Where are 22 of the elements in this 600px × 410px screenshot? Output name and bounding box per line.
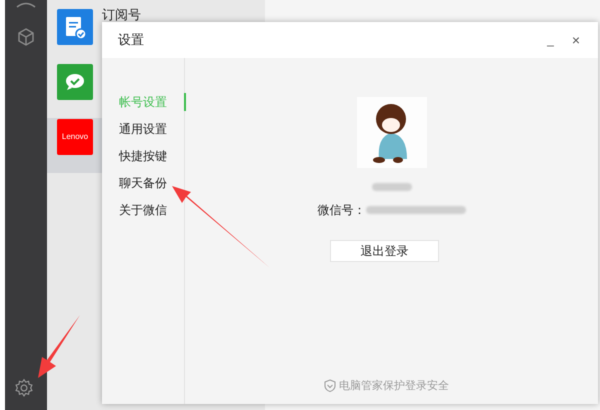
settings-nav-item[interactable]: 关于微信 — [119, 201, 184, 219]
chat-title: 订阅号 — [102, 8, 141, 22]
avatar — [356, 97, 426, 168]
security-note: 电脑管家保护登录安全 — [339, 378, 449, 394]
shield-icon — [324, 379, 336, 392]
dialog-title: 设置 — [118, 31, 144, 50]
cube-icon[interactable] — [16, 27, 36, 47]
minimize-button[interactable]: _ — [543, 31, 558, 49]
person-icon — [15, 0, 37, 8]
brand-logo: Lenovo — [57, 119, 93, 155]
annotation-arrow — [36, 314, 82, 380]
settings-nav-item[interactable]: 通用设置 — [119, 120, 184, 138]
wechat-id-label: 微信号： — [318, 202, 366, 219]
chat-item[interactable]: Lenovo — [47, 118, 102, 173]
document-icon — [57, 9, 93, 45]
chat-bubble-icon — [57, 64, 93, 100]
blurred-nickname — [372, 183, 412, 191]
close-button[interactable]: × — [568, 30, 584, 50]
settings-nav-item[interactable]: 聊天备份 — [119, 174, 184, 192]
settings-icon[interactable] — [14, 378, 34, 398]
settings-nav-item[interactable]: 快捷按键 — [119, 147, 184, 165]
logout-button[interactable]: 退出登录 — [330, 240, 439, 262]
